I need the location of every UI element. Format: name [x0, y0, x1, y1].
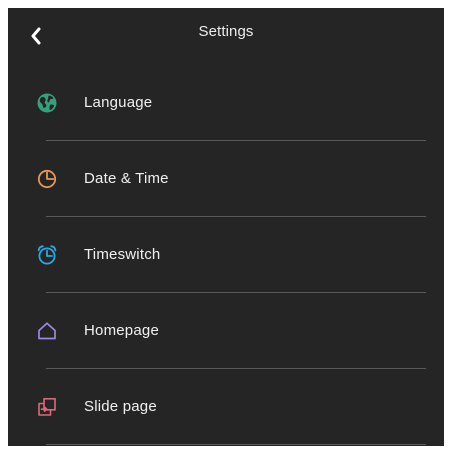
- menu-item-language[interactable]: Language: [8, 65, 444, 141]
- menu-item-homepage[interactable]: Homepage: [8, 293, 444, 369]
- settings-screen: Settings Language Date & Time Timeswitch…: [8, 8, 444, 446]
- menu-item-label: Date & Time: [84, 170, 169, 187]
- menu-item-label: Timeswitch: [84, 246, 161, 263]
- menu-item-label: Slide page: [84, 398, 157, 415]
- menu-item-label: Language: [84, 94, 153, 111]
- header: Settings: [8, 8, 444, 58]
- menu-item-slide-page[interactable]: Slide page: [8, 369, 444, 445]
- menu-item-date-time[interactable]: Date & Time: [8, 141, 444, 217]
- slide-page-icon: [36, 396, 58, 418]
- globe-icon: [36, 92, 58, 114]
- divider: [46, 444, 426, 445]
- alarm-clock-icon: [36, 244, 58, 266]
- home-icon: [36, 320, 58, 342]
- menu-item-label: Homepage: [84, 322, 159, 339]
- clock-icon: [36, 168, 58, 190]
- menu-item-timeswitch[interactable]: Timeswitch: [8, 217, 444, 293]
- settings-menu: Language Date & Time Timeswitch Homepage…: [8, 65, 444, 445]
- page-title: Settings: [198, 23, 254, 40]
